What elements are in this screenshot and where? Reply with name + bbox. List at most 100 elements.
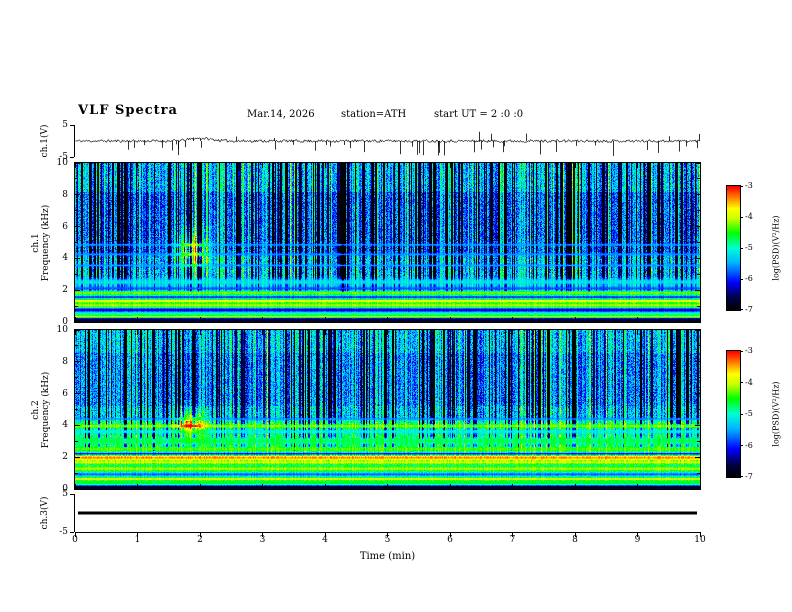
colorbar-tick-0 — [740, 247, 743, 249]
ch1-spec-x-tick-top — [262, 163, 263, 168]
colorbar-tick-label: -4 — [745, 212, 753, 221]
ch1-spec-y-tick-left — [75, 194, 80, 196]
ch1-spec-y-tick-left — [75, 321, 80, 322]
ch1-spec-x-tick-bottom — [387, 317, 388, 322]
header-date: Mar.14, 2026 — [247, 109, 315, 120]
x-tick-label: 4 — [322, 535, 328, 545]
ch1-wave-y-tick — [70, 124, 74, 126]
ch2-spec-y-tick-left — [75, 330, 80, 331]
ch1-spec-y-tick-label: 2 — [62, 285, 68, 296]
ch2-spec-x-tick-top — [199, 330, 201, 335]
ch2-spec-y-minor-tick-left — [75, 440, 78, 442]
ch1-spec-y-tick-right — [695, 226, 700, 228]
ch1-spec-y-minor-tick-left — [75, 178, 78, 180]
colorbar-tick-0 — [740, 186, 743, 187]
colorbar-label-0: log(PSD)(V²/Hz) — [771, 215, 781, 281]
colorbar-label-1: log(PSD)(V²/Hz) — [771, 381, 781, 447]
colorbar-tick-label: -6 — [745, 440, 753, 450]
ch2-spec-y-tick-left — [75, 456, 80, 458]
ch1-spec-x-tick-top — [199, 163, 201, 168]
ch3-wave-y-tick — [70, 493, 74, 495]
ch1-spec-y-tick-left — [75, 257, 80, 259]
ch1-spec-x-tick-bottom — [199, 317, 201, 322]
ch2-spec-y-tick-left — [75, 361, 80, 363]
ch1-spec-y-tick-label: 8 — [62, 189, 68, 200]
ch2-spec-x-tick-bottom — [262, 484, 263, 489]
ch1-spec-y-tick-right — [695, 257, 700, 259]
ch2-spec-y-minor-tick-right — [697, 440, 700, 442]
ch1-spec-y-minor-tick-right — [697, 305, 700, 307]
x-tick-label: 3 — [259, 535, 266, 545]
ch2-spec-y-tick-right — [695, 456, 700, 458]
colorbar-tick-label: -7 — [745, 305, 753, 314]
ch2-spec-x-tick-top — [324, 330, 326, 335]
ch2-spec-y-tick-right — [695, 330, 700, 331]
ch1-spec-x-tick-bottom — [137, 317, 138, 322]
ch1-spec-y-minor-tick-left — [75, 210, 78, 212]
colorbar-tick-label: -5 — [745, 409, 753, 418]
colorbar-tick-1 — [740, 351, 743, 352]
colorbar-tick-0 — [740, 309, 743, 310]
ch1-spec-y-tick-right — [695, 321, 700, 322]
x-tick-label: 7 — [509, 535, 516, 545]
x-tick-label: 2 — [197, 535, 203, 545]
ch2-spec-y-tick-right — [695, 361, 700, 363]
colorbar-tick-label: -3 — [745, 181, 753, 190]
colorbar-tick-label: -4 — [745, 377, 753, 387]
ch2-spec-x-tick-bottom — [137, 484, 138, 489]
ch3-wave-canvas — [75, 494, 700, 532]
ch1-spec-x-tick-bottom — [512, 317, 513, 322]
ch1-spec-y-minor-tick-left — [75, 242, 78, 243]
vlf-spectra-figure: VLF Spectra Mar.14, 2026 station=ATH sta… — [0, 0, 792, 612]
ch2-spec-y-axis-label-line: Frequency (kHz) — [41, 371, 51, 448]
ch1-spec-x-tick-bottom — [324, 317, 326, 322]
ch1-spec-x-tick-top — [637, 163, 638, 168]
ch2-spec-x-tick-bottom — [637, 484, 638, 489]
ch3-wave-y-axis-line — [74, 494, 75, 532]
ch2-spec-x-tick-top — [137, 330, 138, 335]
ch1-spec-y-tick-right — [695, 163, 700, 164]
ch1-spec-x-tick-top — [137, 163, 138, 168]
ch1-spec-y-tick-right — [695, 194, 700, 196]
ch2-spec-x-tick-bottom — [449, 484, 451, 489]
ch2-spec-y-tick-left — [75, 424, 80, 426]
ch2-spec-y-minor-tick-left — [75, 345, 78, 347]
ch2-spec-x-tick-bottom — [324, 484, 326, 489]
ch1-spec-x-tick-top — [387, 163, 388, 168]
ch1-spec-y-axis-label-line: Frequency (kHz) — [41, 204, 51, 281]
colorbar-tick-label: -5 — [745, 243, 753, 252]
ch2-spec-y-minor-tick-left — [75, 377, 78, 379]
ch1-spec-y-axis-label: ch.1 Frequency (kHz) — [31, 204, 52, 281]
ch1-wave-y-tick — [70, 156, 74, 158]
x-tick-label: 5 — [384, 535, 391, 545]
ch1-wave-y-tick-label: 5 — [62, 120, 68, 130]
ch2-spec-x-tick-top — [262, 330, 263, 335]
ch2-spec-canvas — [75, 330, 700, 489]
ch1-spec-x-tick-top — [574, 163, 576, 168]
ch1-spec-y-minor-tick-left — [75, 273, 78, 275]
colorbar-canvas-1 — [727, 351, 740, 477]
ch2-spec-x-tick-bottom — [574, 484, 576, 489]
ch2-spec-x-tick-top — [387, 330, 388, 335]
ch2-spec-y-tick-left — [75, 393, 80, 395]
ch2-spec-y-axis-label: ch.2 Frequency (kHz) — [31, 371, 52, 448]
ch1-spec-x-tick-top — [512, 163, 513, 168]
ch2-spec-y-minor-tick-left — [75, 409, 78, 410]
colorbar-tick-0 — [740, 278, 743, 280]
x-tick-label: 9 — [634, 535, 641, 545]
colorbar-tick-1 — [740, 413, 743, 415]
ch2-spec-x-tick-bottom — [199, 484, 201, 489]
ch1-spec-x-tick-bottom — [574, 317, 576, 322]
ch1-wave-y-axis-label: ch.1(V) — [40, 124, 51, 158]
ch1-spec-x-tick-top — [449, 163, 451, 168]
colorbar-tick-label: -7 — [745, 472, 753, 481]
ch1-spec-y-minor-tick-right — [697, 242, 700, 243]
ch1-spec-y-minor-tick-right — [697, 178, 700, 180]
ch2-spec-y-minor-tick-right — [697, 409, 700, 410]
ch1-spec-y-minor-tick-left — [75, 305, 78, 307]
ch2-spec-x-tick-top — [637, 330, 638, 335]
ch2-spec-y-tick-label: 10 — [56, 325, 68, 335]
ch2-spec-x-tick-bottom — [512, 484, 513, 489]
ch1-spec-y-minor-tick-right — [697, 210, 700, 212]
ch2-spec-y-tick-left — [75, 488, 80, 489]
